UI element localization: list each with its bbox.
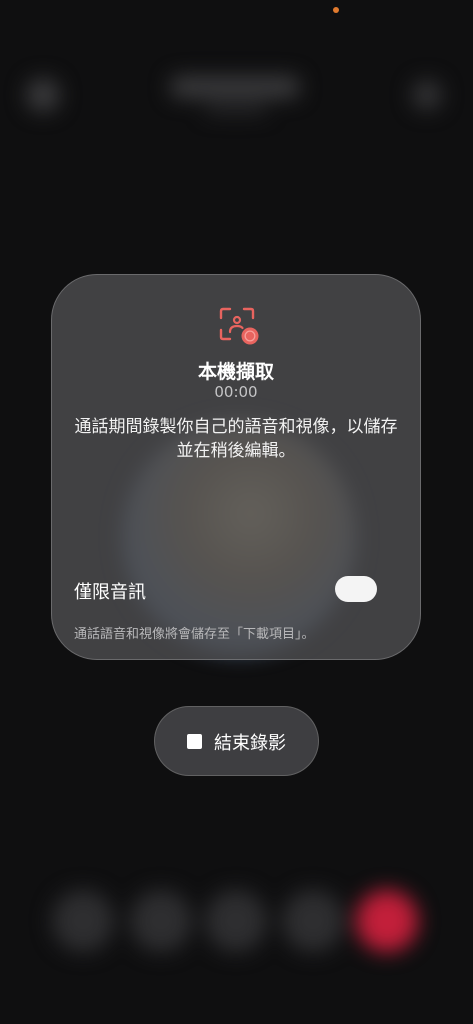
call-status xyxy=(205,104,267,114)
mute-button xyxy=(205,890,267,952)
stop-recording-label: 結束錄影 xyxy=(214,733,286,754)
local-capture-dialog: 本機擷取 00:00 通話期間錄製你自己的語音和視像，以儲存並在稍後編輯。 僅限… xyxy=(51,274,421,660)
save-location-note: 通話語音和視像將會儲存至「下載項目」。 xyxy=(74,627,315,642)
stop-recording-button[interactable]: 結束錄影 xyxy=(154,706,319,776)
back-button xyxy=(26,78,60,112)
camera-button xyxy=(130,890,192,952)
audio-only-toggle[interactable] xyxy=(335,576,377,602)
screen-capture-record-icon xyxy=(219,307,259,345)
end-call-button xyxy=(356,890,418,952)
audio-only-label: 僅限音訊 xyxy=(74,582,146,603)
recording-timer: 00:00 xyxy=(214,383,258,401)
recording-indicator-dot xyxy=(333,7,339,13)
dialog-description: 通話期間錄製你自己的語音和視像，以儲存並在稍後編輯。 xyxy=(74,417,398,461)
flip-camera-button xyxy=(282,890,344,952)
speaker-button xyxy=(52,890,114,952)
dialog-title: 本機擷取 xyxy=(197,361,274,383)
caller-name xyxy=(170,76,300,98)
stop-square-icon xyxy=(187,734,202,749)
more-options-button xyxy=(412,80,442,110)
